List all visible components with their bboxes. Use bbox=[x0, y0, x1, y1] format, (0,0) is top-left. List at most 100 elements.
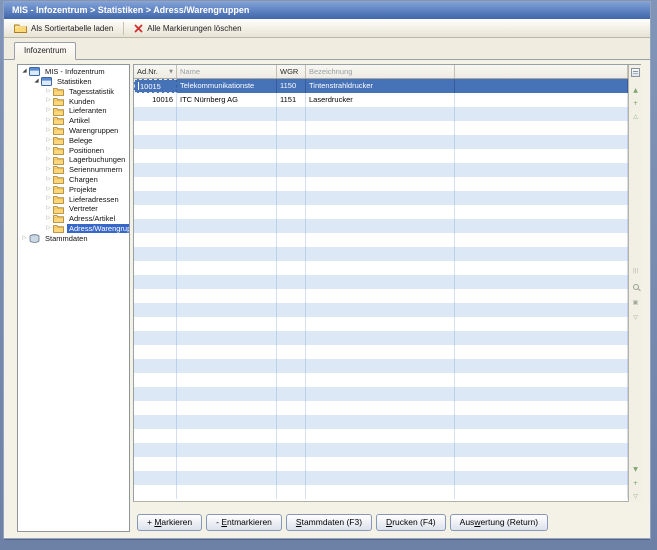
grid-empty-row[interactable] bbox=[134, 135, 628, 149]
grid-cell[interactable] bbox=[134, 415, 177, 429]
grid-cell[interactable] bbox=[177, 107, 277, 121]
grid-cell[interactable] bbox=[177, 177, 277, 191]
grid-cell[interactable] bbox=[277, 261, 306, 275]
collapsed-arrow-icon[interactable]: ▷ bbox=[44, 116, 53, 126]
collapsed-arrow-icon[interactable]: ▷ bbox=[44, 204, 53, 214]
collapsed-arrow-icon[interactable]: ▷ bbox=[44, 96, 53, 106]
grid-cell[interactable] bbox=[177, 471, 277, 485]
grid-cell[interactable] bbox=[177, 331, 277, 345]
column-header-ad-nr[interactable]: Ad.Nr.▼ bbox=[134, 65, 177, 78]
grid-cell[interactable] bbox=[277, 373, 306, 387]
grid-empty-row[interactable] bbox=[134, 149, 628, 163]
grid-cell[interactable] bbox=[277, 289, 306, 303]
grid-cell[interactable] bbox=[306, 135, 455, 149]
tree-item-warengruppen[interactable]: ▷Warengruppen bbox=[18, 126, 129, 136]
toolbar-button-als-sortiertabelle-laden[interactable]: Als Sortiertabelle laden bbox=[8, 21, 119, 35]
grid-cell[interactable] bbox=[277, 443, 306, 457]
grid-cell[interactable] bbox=[455, 261, 628, 275]
tree-item-lieferadressen[interactable]: ▷Lieferadressen bbox=[18, 194, 129, 204]
grid-cell[interactable] bbox=[455, 135, 628, 149]
grid-cell[interactable] bbox=[306, 149, 455, 163]
jump-up-icon[interactable]: △ bbox=[630, 111, 641, 122]
grid-cell[interactable] bbox=[455, 317, 628, 331]
grid-empty-row[interactable] bbox=[134, 205, 628, 219]
grid-cell[interactable] bbox=[177, 135, 277, 149]
grid-cell[interactable] bbox=[134, 149, 177, 163]
collapsed-arrow-icon[interactable]: ▷ bbox=[20, 234, 29, 244]
grid-cell[interactable] bbox=[134, 387, 177, 401]
collapsed-arrow-icon[interactable]: ▷ bbox=[44, 145, 53, 155]
grid-cell[interactable] bbox=[455, 107, 628, 121]
grid-cell[interactable] bbox=[177, 275, 277, 289]
tree-item-statistiken[interactable]: ◢Statistiken bbox=[18, 77, 129, 87]
grid-cell[interactable] bbox=[177, 233, 277, 247]
grid-cell[interactable] bbox=[455, 443, 628, 457]
collapsed-arrow-icon[interactable]: ▷ bbox=[44, 214, 53, 224]
tree-item-stammdaten[interactable]: ▷Stammdaten bbox=[18, 234, 129, 244]
grid-cell[interactable] bbox=[277, 303, 306, 317]
grid-empty-row[interactable] bbox=[134, 233, 628, 247]
grid-empty-row[interactable] bbox=[134, 485, 628, 499]
add-bottom-icon[interactable]: + bbox=[630, 478, 641, 489]
collapsed-arrow-icon[interactable]: ▷ bbox=[44, 194, 53, 204]
grid-empty-row[interactable] bbox=[134, 247, 628, 261]
grid-empty-row[interactable] bbox=[134, 303, 628, 317]
grid-row[interactable]: 10016ITC Nürnberg AG1151Laserdrucker bbox=[134, 93, 628, 107]
grid-cell[interactable] bbox=[455, 429, 628, 443]
grid-cell[interactable] bbox=[177, 219, 277, 233]
grid-cell[interactable] bbox=[134, 163, 177, 177]
grid-cell[interactable] bbox=[306, 107, 455, 121]
grid-cell[interactable] bbox=[177, 247, 277, 261]
grid-empty-row[interactable] bbox=[134, 177, 628, 191]
grid-cell[interactable] bbox=[134, 443, 177, 457]
collapsed-arrow-icon[interactable]: ▷ bbox=[44, 185, 53, 195]
filter-icon[interactable]: ▽ bbox=[630, 312, 641, 323]
grid-empty-row[interactable] bbox=[134, 415, 628, 429]
grid-cell[interactable] bbox=[277, 415, 306, 429]
grid-cell[interactable] bbox=[306, 415, 455, 429]
grid-cell[interactable] bbox=[455, 233, 628, 247]
grid-cell[interactable] bbox=[177, 261, 277, 275]
grid-empty-row[interactable] bbox=[134, 275, 628, 289]
grid-cell[interactable] bbox=[134, 219, 177, 233]
footer-button-entmarkieren[interactable]: - Entmarkieren bbox=[206, 514, 282, 531]
grid-cell[interactable]: ITC Nürnberg AG bbox=[177, 93, 277, 107]
footer-button-stammdaten-f3[interactable]: Stammdaten (F3) bbox=[286, 514, 372, 531]
grid-cell[interactable] bbox=[177, 317, 277, 331]
grid-cell[interactable] bbox=[455, 331, 628, 345]
grid-cell[interactable] bbox=[455, 219, 628, 233]
grid-cell[interactable] bbox=[455, 345, 628, 359]
grid-cell[interactable] bbox=[455, 205, 628, 219]
grid-empty-row[interactable] bbox=[134, 345, 628, 359]
collapsed-arrow-icon[interactable]: ▷ bbox=[44, 165, 53, 175]
grid-empty-row[interactable] bbox=[134, 219, 628, 233]
grid-cell[interactable] bbox=[455, 275, 628, 289]
grid-cell[interactable] bbox=[177, 429, 277, 443]
grid-cell[interactable] bbox=[277, 457, 306, 471]
grid-cell[interactable] bbox=[277, 387, 306, 401]
grid-cell[interactable] bbox=[306, 121, 455, 135]
grid-cell[interactable] bbox=[134, 261, 177, 275]
grid-empty-row[interactable] bbox=[134, 163, 628, 177]
expanded-arrow-icon[interactable]: ◢ bbox=[20, 67, 29, 77]
grid-cell[interactable]: 10016 bbox=[134, 93, 177, 107]
grid-cell[interactable] bbox=[134, 135, 177, 149]
grid-cell[interactable] bbox=[306, 345, 455, 359]
grid-cell[interactable] bbox=[455, 303, 628, 317]
tree-item-lagerbuchungen[interactable]: ▷Lagerbuchungen bbox=[18, 155, 129, 165]
column-header-bezeichnung[interactable]: Bezeichnung bbox=[306, 65, 455, 78]
grid-cell[interactable] bbox=[134, 121, 177, 135]
scroll-bottom-icon[interactable]: ▼ bbox=[630, 464, 641, 475]
tree-item-lieferanten[interactable]: ▷Lieferanten bbox=[18, 106, 129, 116]
grid-cell[interactable] bbox=[177, 121, 277, 135]
grid-cell[interactable] bbox=[277, 471, 306, 485]
grid-empty-row[interactable] bbox=[134, 457, 628, 471]
grid-cell[interactable] bbox=[306, 317, 455, 331]
grid-cell[interactable] bbox=[306, 275, 455, 289]
grid-cell[interactable] bbox=[134, 471, 177, 485]
grid-cell[interactable] bbox=[177, 163, 277, 177]
grid-cell[interactable] bbox=[277, 205, 306, 219]
grid-empty-row[interactable] bbox=[134, 317, 628, 331]
row-lines-icon[interactable]: ||| bbox=[630, 266, 641, 277]
grid-cell[interactable] bbox=[455, 401, 628, 415]
